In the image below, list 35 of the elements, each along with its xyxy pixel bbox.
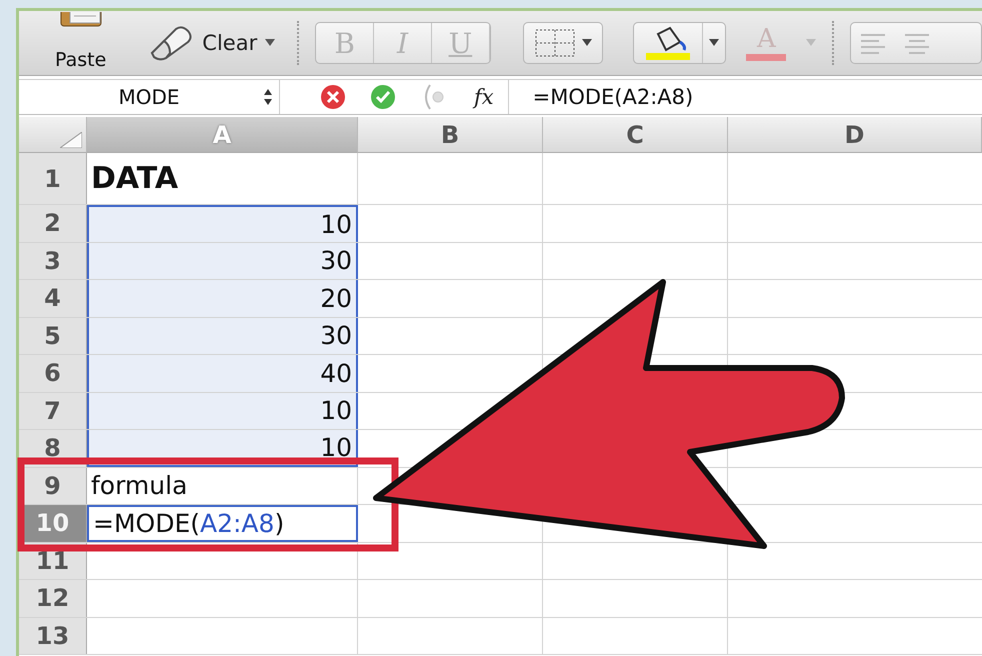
triangle-icon: [60, 132, 82, 148]
paint-bucket-icon: [644, 26, 692, 60]
row-header[interactable]: 12: [19, 580, 87, 616]
row-header[interactable]: 6: [19, 355, 87, 392]
row-header[interactable]: 13: [19, 618, 87, 654]
table-cell[interactable]: =MODE(A2:A8): [87, 505, 358, 542]
table-cell[interactable]: 20: [87, 280, 358, 316]
eraser-icon: [148, 25, 194, 61]
table-cell[interactable]: 10: [87, 205, 358, 242]
row-header[interactable]: 2: [19, 205, 87, 242]
caret-icon: [582, 39, 592, 47]
borders-icon: [534, 28, 576, 58]
row-header[interactable]: 7: [19, 392, 87, 429]
table-cell[interactable]: 30: [87, 242, 358, 279]
name-box[interactable]: MODE: [19, 80, 280, 114]
caret-icon: [265, 39, 276, 47]
table-cell[interactable]: 30: [87, 318, 358, 354]
caret-icon: [806, 39, 816, 47]
row-header[interactable]: 4: [19, 280, 87, 316]
clear-button[interactable]: Clear: [142, 24, 282, 62]
caret-icon: [708, 39, 719, 47]
row-header[interactable]: 5: [19, 318, 87, 354]
column-header[interactable]: B: [358, 117, 543, 153]
formula-field[interactable]: =MODE(A2:A8): [508, 85, 694, 109]
column-header[interactable]: D: [728, 117, 982, 153]
paste-button[interactable]: Paste: [49, 11, 112, 75]
stepper-icon: [263, 88, 273, 106]
cancel-icon[interactable]: [320, 84, 346, 110]
row-header[interactable]: 1: [19, 153, 87, 204]
column-header[interactable]: C: [543, 117, 728, 153]
function-label[interactable]: fx: [474, 85, 494, 109]
row-header[interactable]: 3: [19, 242, 87, 279]
check-icon[interactable]: [370, 84, 396, 110]
table-cell[interactable]: 10: [87, 392, 358, 429]
table-cell[interactable]: 40: [87, 355, 358, 392]
